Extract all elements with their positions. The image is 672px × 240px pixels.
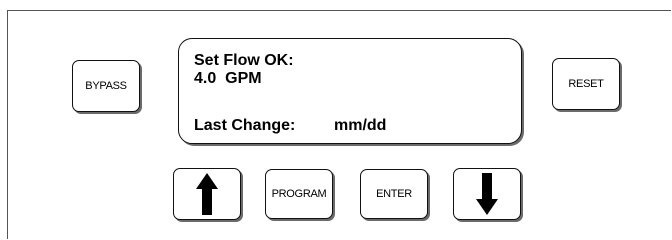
program-button-label: PROGRAM (271, 188, 327, 200)
bypass-button-label: BYPASS (85, 80, 127, 92)
enter-button[interactable]: ENTER (360, 169, 428, 219)
bypass-button[interactable]: BYPASS (72, 60, 140, 112)
up-arrow-button[interactable] (173, 168, 241, 220)
lcd-display: Set Flow OK: 4.0 GPM Last Change: mm/dd (178, 38, 522, 144)
down-arrow-button[interactable] (453, 168, 521, 220)
display-line-2: 4.0 GPM (194, 70, 262, 87)
display-line-1: Set Flow OK: (194, 52, 294, 69)
up-arrow-icon (196, 173, 218, 215)
reset-button-label: RESET (568, 78, 604, 90)
last-change-value: mm/dd (334, 117, 387, 134)
program-button[interactable]: PROGRAM (265, 169, 333, 219)
enter-button-label: ENTER (376, 188, 412, 200)
reset-button[interactable]: RESET (552, 58, 620, 110)
controller-panel: BYPASS Set Flow OK: 4.0 GPM Last Change:… (0, 0, 672, 240)
last-change-label: Last Change: (194, 117, 296, 134)
down-arrow-icon (476, 173, 498, 215)
